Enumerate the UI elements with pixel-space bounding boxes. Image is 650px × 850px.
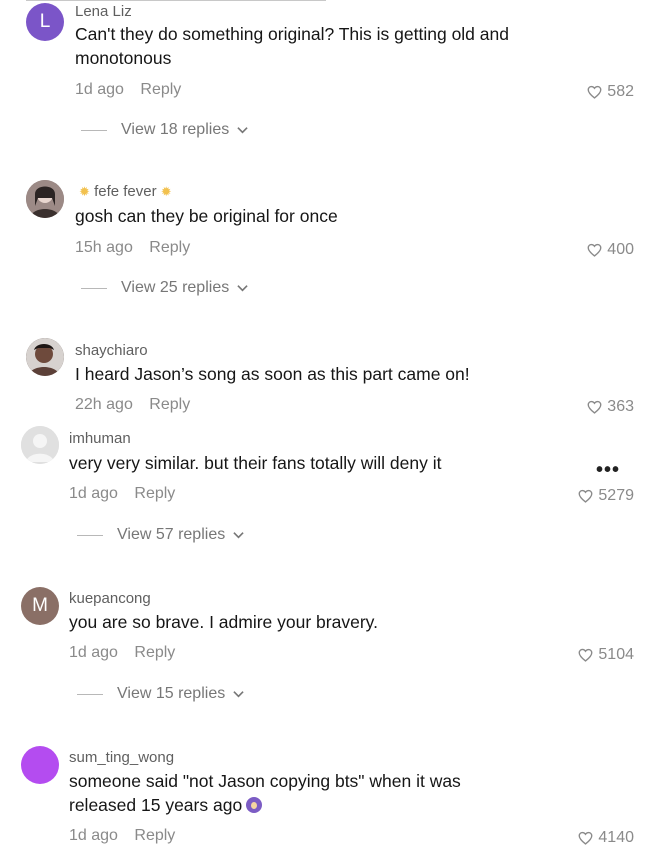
username[interactable]: Lena Liz [75,3,132,20]
comment-meta: 1d ago Reply [69,827,187,845]
divider-line [81,287,107,289]
profile-photo [26,338,64,376]
comment-meta: 1d ago Reply [69,644,187,662]
comment-text: gosh can they be original for once [75,206,338,226]
view-replies-label: View 25 replies [121,279,230,296]
like-count: 582 [607,83,634,100]
comment-text: I heard Jason’s song as soon as this par… [75,364,470,384]
avatar[interactable] [21,746,59,784]
view-replies-button[interactable]: View 18 replies [81,121,248,139]
heart-icon [578,648,593,662]
like-button[interactable]: 5104 [578,646,634,664]
sun-emoji-icon: ✹ [79,184,90,199]
profile-photo [26,180,64,218]
default-avatar-icon [21,426,59,464]
reply-button[interactable]: Reply [140,81,181,98]
view-replies-label: View 18 replies [121,121,230,138]
heart-icon [587,400,602,414]
view-replies-label: View 15 replies [117,685,226,702]
avatar[interactable] [21,426,59,464]
username[interactable]: sum_ting_wong [69,749,174,766]
like-button[interactable]: 5279 [578,487,634,505]
timestamp: 1d ago [69,485,118,502]
heart-icon [578,489,593,503]
heart-icon [587,243,602,257]
timestamp: 1d ago [69,827,118,844]
avatar[interactable] [26,338,64,376]
username[interactable]: ✹ fefe fever ✹ [79,183,172,200]
avatar[interactable] [26,180,64,218]
sun-emoji-icon: ✹ [160,184,172,199]
avatar[interactable]: L [26,3,64,41]
comment-meta: 15h ago Reply [75,239,202,257]
timestamp: 1d ago [69,644,118,661]
comment-meta: 1d ago Reply [69,485,187,503]
timestamp: 22h ago [75,396,133,413]
reply-button[interactable]: Reply [149,239,190,256]
reply-button[interactable]: Reply [149,396,190,413]
like-button[interactable]: 582 [587,83,634,101]
chevron-down-icon [233,532,244,539]
chevron-down-icon [237,127,248,134]
reply-button[interactable]: Reply [134,827,175,844]
username[interactable]: imhuman [69,430,131,447]
timestamp: 1d ago [75,81,124,98]
timestamp: 15h ago [75,239,133,256]
comment-text: you are so brave. I admire your bravery. [69,612,378,632]
like-button[interactable]: 4140 [578,829,634,847]
like-count: 5279 [598,487,634,504]
top-divider [26,0,326,1]
comment-text: very very similar. but their fans totall… [69,453,442,473]
username[interactable]: shaychiaro [75,342,148,359]
divider-line [77,693,103,695]
scream-emoji-icon [246,796,263,813]
like-button[interactable]: 400 [587,241,634,259]
comment-meta: 22h ago Reply [75,396,202,414]
divider-line [81,129,107,131]
username[interactable]: kuepancong [69,590,151,607]
comment-meta: 1d ago Reply [75,81,193,99]
view-replies-label: View 57 replies [117,526,226,543]
reply-button[interactable]: Reply [134,644,175,661]
more-options-icon[interactable]: ••• [596,459,620,482]
like-count: 400 [607,241,634,258]
view-replies-button[interactable]: View 57 replies [77,526,244,544]
reply-button[interactable]: Reply [134,485,175,502]
like-count: 4140 [598,829,634,846]
heart-icon [587,85,602,99]
view-replies-button[interactable]: View 15 replies [77,685,244,703]
comment-text: someone said "not Jason copying bts" whe… [69,771,461,815]
divider-line [77,534,103,536]
like-button[interactable]: 363 [587,398,634,416]
view-replies-button[interactable]: View 25 replies [81,279,248,297]
like-count: 5104 [598,646,634,663]
comment-text: Can't they do something original? This i… [75,24,509,68]
chevron-down-icon [233,691,244,698]
chevron-down-icon [237,285,248,292]
avatar[interactable]: M [21,587,59,625]
like-count: 363 [607,398,634,415]
heart-icon [578,831,593,845]
